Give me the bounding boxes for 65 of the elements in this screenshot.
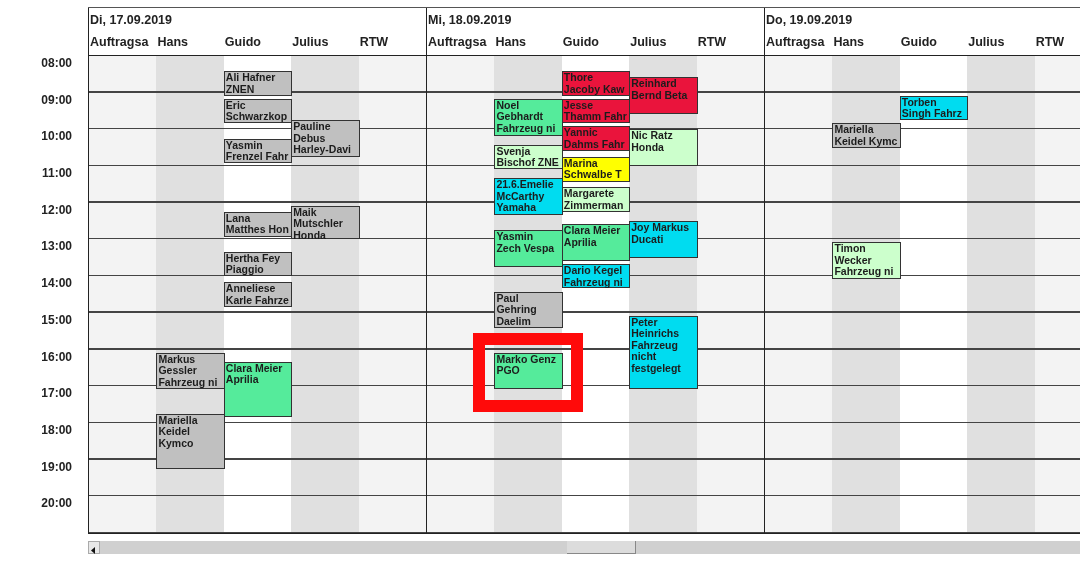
time-label: 19:00: [40, 458, 73, 476]
appointment[interactable]: Clara Meier Aprilia: [223, 361, 293, 417]
column-header: Hans: [832, 35, 865, 51]
appointment[interactable]: Yannic Dahms Fahr: [561, 126, 631, 151]
column-header: RTW: [696, 35, 728, 51]
appointment[interactable]: Mariella Keidel Kymc: [832, 123, 901, 148]
appointment[interactable]: Noel Gebhardt Fahrzeug ni: [494, 98, 563, 136]
time-label: 17:00: [40, 385, 73, 403]
appointment[interactable]: Yasmin Zech Vespa: [494, 230, 563, 267]
time-label: 10:00: [40, 128, 73, 146]
column-header: Guido: [561, 35, 600, 51]
column-header: Hans: [494, 35, 527, 51]
appointment[interactable]: Marina Schwalbe T: [561, 156, 631, 182]
appointment[interactable]: Nic Ratz Honda: [629, 129, 698, 167]
day-title: Do, 19.09.2019: [765, 12, 854, 29]
appointment[interactable]: Lana Matthes Hon: [223, 211, 293, 237]
time-label: 14:00: [40, 275, 73, 293]
scroll-left-button[interactable]: [88, 541, 100, 555]
time-label: 13:00: [40, 238, 73, 256]
time-label: 08:00: [40, 55, 73, 72]
appointment[interactable]: Marko Genz PGO: [494, 352, 563, 390]
appointment[interactable]: Dario Kegel Fahrzeug ni: [561, 264, 631, 289]
column-header: RTW: [1034, 35, 1066, 51]
appointment[interactable]: Yasmin Frenzel Fahr: [223, 138, 293, 164]
column-header: RTW: [358, 35, 390, 51]
appointment[interactable]: Eric Schwarzkop: [223, 98, 293, 124]
time-label: 20:00: [40, 495, 73, 513]
appointment[interactable]: Jesse Thamm Fahr: [561, 98, 631, 124]
appointment[interactable]: Paul Gehring Daelim: [494, 291, 563, 329]
time-label: 11:00: [40, 165, 73, 183]
appointment[interactable]: Ali Hafner ZNEN: [223, 71, 293, 96]
column-header: Julius: [629, 35, 668, 51]
horizontal-scrollbar[interactable]: [88, 541, 1080, 555]
appointment[interactable]: Mariella Keidel Kymco: [156, 413, 225, 469]
time-label: 16:00: [40, 348, 73, 366]
time-label: 15:00: [40, 311, 73, 329]
column-header: Hans: [156, 35, 189, 51]
appointment[interactable]: Anneliese Karle Fahrze: [223, 282, 293, 307]
appointment[interactable]: Margarete Zimmerman: [561, 187, 631, 212]
column-header: Guido: [223, 35, 262, 51]
column-header: Auftragsa: [765, 35, 826, 51]
column-header: Guido: [899, 35, 938, 51]
appointment[interactable]: Thore Jacoby Kaw: [561, 71, 631, 96]
column-header: Auftragsa: [427, 35, 488, 51]
appointment[interactable]: Markus Gessler Fahrzeug ni: [156, 352, 225, 390]
day-title: Di, 17.09.2019: [89, 12, 173, 29]
appointment[interactable]: Maik Mutschler Honda: [291, 205, 360, 240]
appointment[interactable]: 21.6.Emelie McCarthy Yamaha: [494, 178, 563, 215]
appointment[interactable]: Svenja Bischof ZNE: [494, 144, 563, 170]
appointment[interactable]: Joy Markus Ducati: [629, 221, 698, 258]
day-title: Mi, 18.09.2019: [427, 12, 513, 29]
appointment[interactable]: Hertha Fey Piaggio: [223, 251, 293, 277]
scroll-thumb[interactable]: [567, 541, 636, 555]
time-label: 12:00: [40, 201, 73, 219]
column-header: Auftragsa: [89, 35, 150, 51]
column-header: Julius: [291, 35, 330, 51]
appointment[interactable]: Torben Singh Fahrz: [899, 95, 969, 121]
time-label: 18:00: [40, 421, 73, 439]
appointment[interactable]: Clara Meier Aprilia: [561, 224, 631, 261]
appointment[interactable]: Pauline Debus Harley-Davi: [291, 120, 360, 157]
appointment[interactable]: Reinhard Bernd Beta: [629, 77, 698, 114]
appointment[interactable]: Peter Heinrichs Fahrzeug nicht festgelegt: [629, 315, 698, 390]
appointment[interactable]: Timon Wecker Fahrzeug ni: [832, 242, 901, 280]
time-label: 09:00: [40, 91, 73, 109]
column-header: Julius: [967, 35, 1006, 51]
